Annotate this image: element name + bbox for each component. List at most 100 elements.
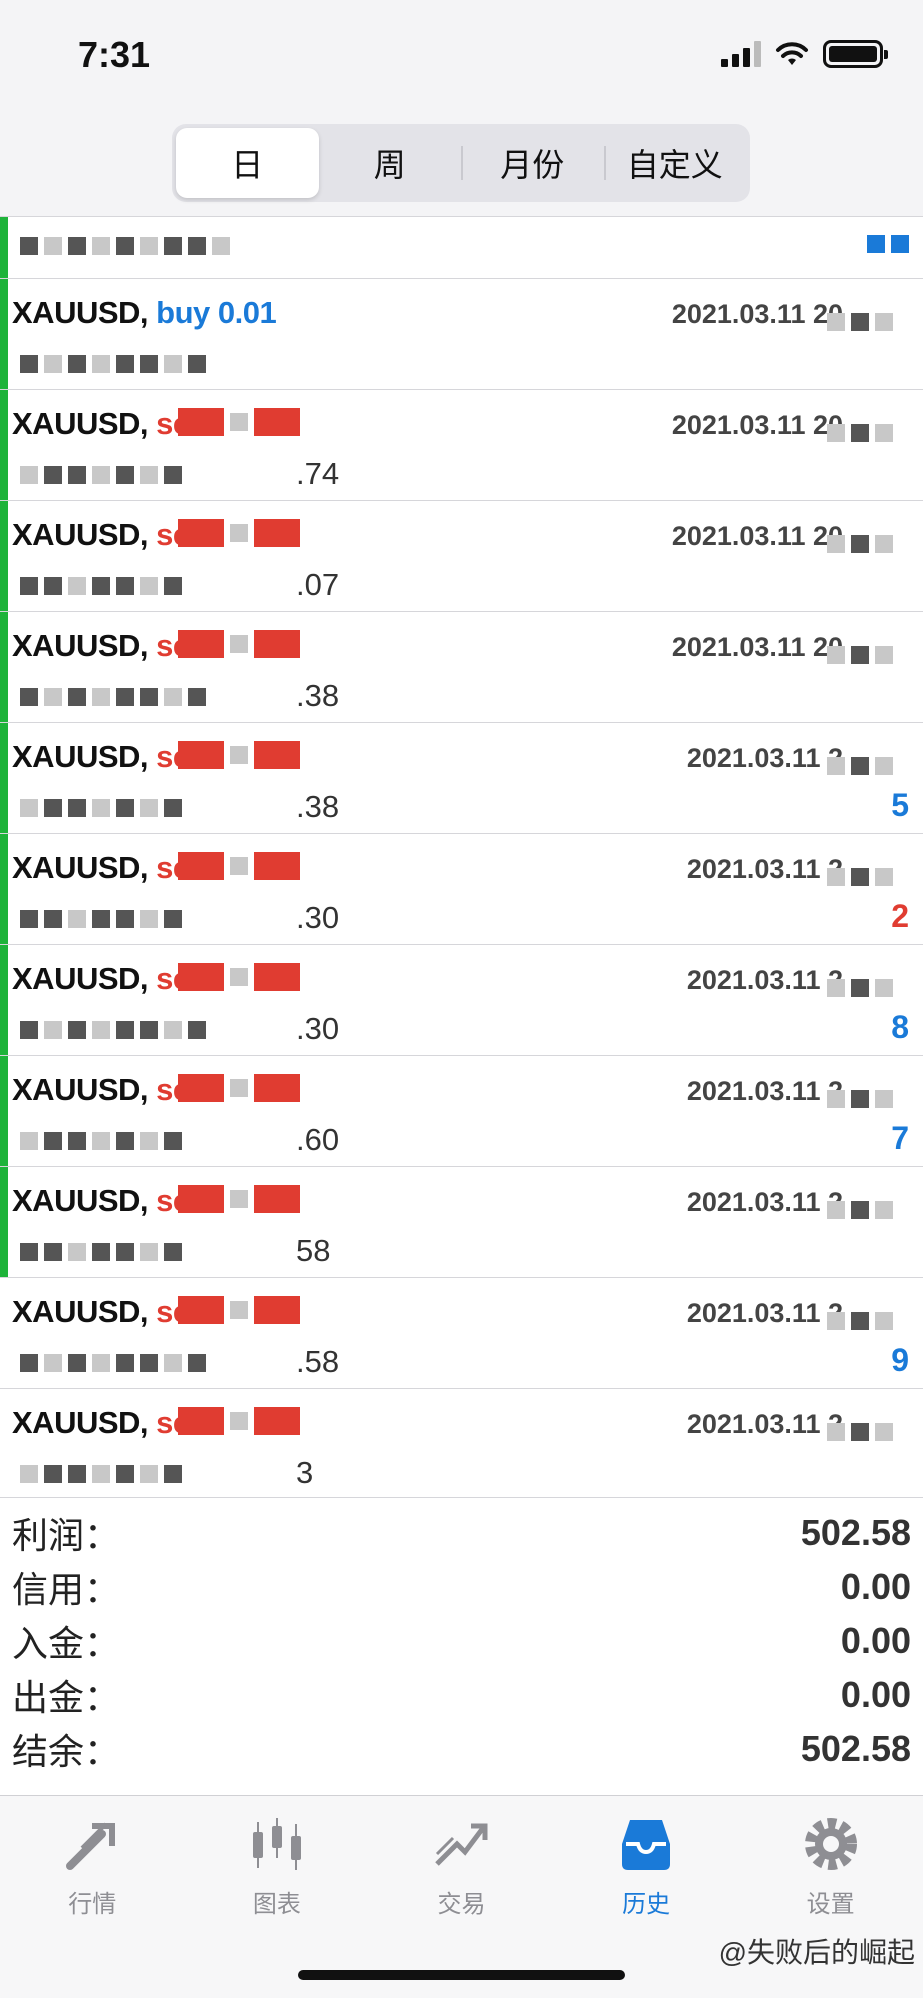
redacted-block (178, 1407, 300, 1435)
history-row[interactable]: XAUUSD, sell 2021.03.11 20 .07 (0, 500, 923, 611)
tab-quotes[interactable]: 行情 (0, 1814, 185, 1926)
redacted-block (20, 577, 182, 595)
row-indicator (0, 390, 8, 500)
history-row-partial[interactable] (0, 216, 923, 278)
redacted-block (178, 519, 300, 547)
deal-price: .58 (296, 1344, 340, 1379)
redacted-block (827, 757, 893, 775)
tab-settings[interactable]: 设置 (738, 1814, 923, 1926)
tab-bar: 行情 图表 交易 历史 设置 @失败后的崛起 (0, 1795, 923, 1998)
history-row[interactable]: XAUUSD, buy 0.01 2021.03.11 20 (0, 278, 923, 389)
row-indicator (0, 723, 8, 833)
summary-label: 结余： (12, 1731, 121, 1772)
status-time: 7:31 (78, 34, 151, 75)
history-row[interactable]: XAUUSD, sell 2021.03.11 2 .38 5 (0, 722, 923, 833)
deal-title: XAUUSD, sell (12, 1183, 206, 1219)
row-indicator (0, 279, 8, 389)
history-row[interactable]: XAUUSD, sell 2021.03.11 2 58 (0, 1166, 923, 1277)
segment-week[interactable]: 周 (319, 128, 462, 198)
redacted-block (20, 688, 206, 706)
deal-price: .38 (296, 678, 340, 713)
deal-time: 2021.03.11 2 (686, 1409, 843, 1439)
deal-symbol: XAUUSD, (12, 739, 149, 774)
deal-symbol: XAUUSD, (12, 628, 149, 663)
tab-trade[interactable]: 交易 (369, 1814, 554, 1926)
deal-profit: 9 (891, 1342, 909, 1378)
deal-time: 2021.03.11 2 (686, 965, 843, 995)
row-indicator (0, 612, 8, 722)
deal-title: XAUUSD, sell (12, 739, 206, 775)
row-indicator (0, 217, 8, 278)
redacted-block (827, 535, 893, 553)
deal-time: 2021.03.11 2 (686, 743, 843, 773)
summary-label: 出金： (12, 1677, 121, 1718)
summary-value: 0.00 (840, 1674, 911, 1715)
redacted-block (20, 1243, 182, 1261)
row-indicator (0, 1056, 8, 1166)
period-selector-area: 日 周 月份 自定义 (0, 110, 923, 216)
deal-time: 2021.03.11 20 (671, 521, 843, 551)
deal-time: 2021.03.11 20 (671, 632, 843, 662)
status-icons (721, 40, 888, 68)
tab-chart[interactable]: 图表 (185, 1814, 370, 1926)
deal-time: 2021.03.11 20 (671, 410, 843, 440)
deal-profit: 7 (891, 1120, 909, 1156)
history-row[interactable]: XAUUSD, sell 2021.03.11 20 .74 (0, 389, 923, 500)
summary-value: 0.00 (840, 1566, 911, 1607)
deal-symbol: XAUUSD, (12, 1405, 149, 1440)
tab-history[interactable]: 历史 (554, 1814, 739, 1926)
deal-title: XAUUSD, sell (12, 1294, 206, 1330)
segment-day[interactable]: 日 (176, 128, 319, 198)
redacted-block (867, 235, 909, 253)
segment-month[interactable]: 月份 (461, 128, 604, 198)
history-row[interactable]: XAUUSD, sell 2021.03.11 2 .30 2 (0, 833, 923, 944)
row-indicator (0, 501, 8, 611)
redacted-block (178, 630, 300, 658)
deal-title: XAUUSD, sell (12, 850, 206, 886)
history-row[interactable]: XAUUSD, sell 2021.03.11 2 3 (0, 1388, 923, 1499)
deal-price: .30 (296, 900, 340, 935)
redacted-block (20, 910, 182, 928)
redacted-block (827, 868, 893, 886)
deal-side: buy 0.01 (156, 295, 277, 330)
tab-label: 行情 (68, 1891, 117, 1918)
summary-row-deposit: 入金： 0.00 (12, 1614, 911, 1668)
redacted-block (178, 963, 300, 991)
deal-title: XAUUSD, sell (12, 961, 206, 997)
deal-title: XAUUSD, sell (12, 406, 206, 442)
deal-time: 2021.03.11 2 (686, 1076, 843, 1106)
summary-label: 利润： (12, 1515, 121, 1556)
redacted-block (178, 1185, 300, 1213)
deal-symbol: XAUUSD, (12, 1294, 149, 1329)
deal-time: 2021.03.11 20 (671, 299, 843, 329)
redacted-block (827, 979, 893, 997)
history-icon (622, 1820, 671, 1870)
tab-label: 交易 (437, 1891, 486, 1918)
summary-row-balance: 结余： 502.58 (12, 1722, 911, 1776)
history-row[interactable]: XAUUSD, sell 2021.03.11 20 .38 (0, 611, 923, 722)
redacted-block (827, 646, 893, 664)
redacted-block (827, 1090, 893, 1108)
redacted-block (178, 741, 300, 769)
deal-time: 2021.03.11 2 (686, 1187, 843, 1217)
summary-value: 502.58 (800, 1512, 911, 1553)
tab-label: 历史 (622, 1891, 671, 1918)
settings-icon (804, 1818, 857, 1870)
deal-price: .38 (296, 789, 340, 824)
history-list: XAUUSD, buy 0.012021.03.11 20XAUUSD, sel… (0, 216, 923, 1499)
summary-label: 入金： (12, 1623, 121, 1664)
deal-title: XAUUSD, sell (12, 1405, 206, 1441)
deal-price: .74 (296, 456, 340, 491)
redacted-block (20, 1021, 206, 1039)
deal-title: XAUUSD, sell (12, 628, 206, 664)
history-row[interactable]: XAUUSD, sell 2021.03.11 2 .58 9 (0, 1277, 923, 1388)
redacted-block (827, 313, 893, 331)
summary-row-withdrawal: 出金： 0.00 (12, 1668, 911, 1722)
segment-custom[interactable]: 自定义 (603, 128, 747, 198)
history-row[interactable]: XAUUSD, sell 2021.03.11 2 .60 7 (0, 1055, 923, 1166)
deal-symbol: XAUUSD, (12, 295, 149, 330)
deal-symbol: XAUUSD, (12, 1183, 149, 1218)
quotes-icon (66, 1822, 116, 1870)
deal-profit: 8 (891, 1009, 909, 1045)
history-row[interactable]: XAUUSD, sell 2021.03.11 2 .30 8 (0, 944, 923, 1055)
